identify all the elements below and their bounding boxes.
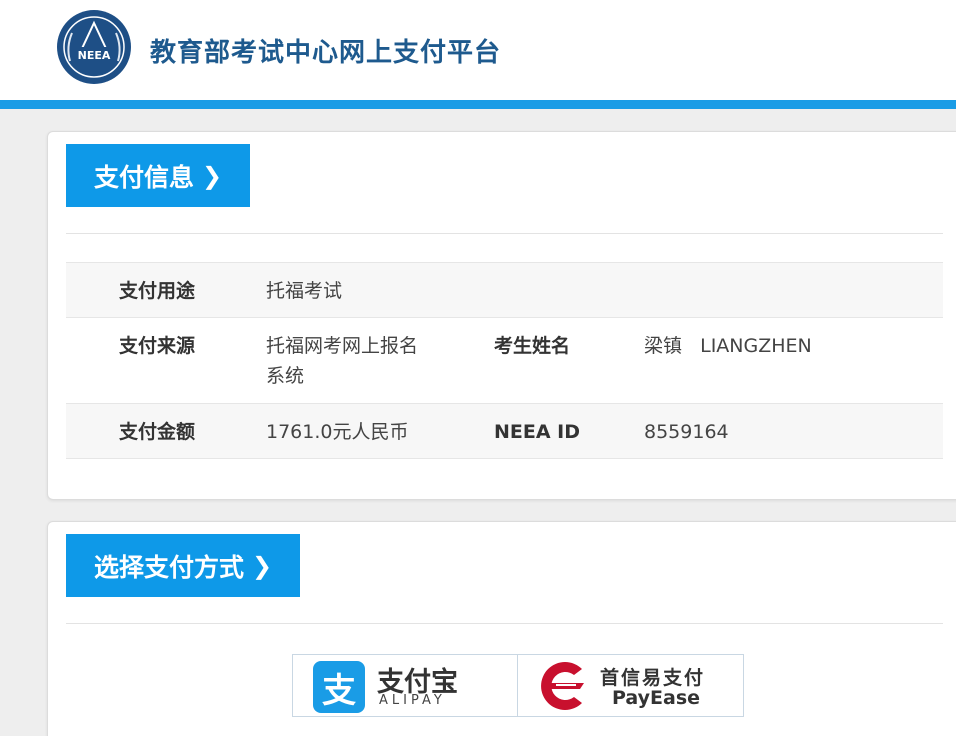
candidate-name-label: 考生姓名 [494,335,571,357]
purpose-value: 托福考试 [266,280,343,302]
alipay-button[interactable]: 支 支付宝 ALIPAY [293,655,518,716]
amount-label: 支付金额 [119,421,196,443]
section-title: 选择支付方式 [94,552,245,582]
payment-info-heading: 支付信息 ❯ [66,144,251,207]
neea-id-label: NEEA ID [494,421,581,443]
site-title: 教育部考试中心网上支付平台 [150,38,502,68]
payease-icon [541,662,584,710]
payment-method-heading: 选择支付方式 ❯ [66,534,301,597]
info-row-amount: 支付金额 1761.0元人民币 NEEA ID 8559164 [66,403,943,459]
neea-id-value: 8559164 [644,421,729,443]
header-accent-bar [0,100,956,109]
candidate-name-value: 梁镇 LIANGZHEN [644,335,812,357]
chevron-right-icon: ❯ [202,161,223,190]
info-row-source: 支付来源 托福网考网上报名系统 考生姓名 梁镇 LIANGZHEN [66,318,943,403]
neea-logo-icon: NEEA [57,10,131,84]
chevron-right-icon: ❯ [252,551,273,580]
logo-text: NEEA [78,49,111,62]
divider [66,623,943,624]
page-header: NEEA 教育部考试中心网上支付平台 [0,0,956,100]
divider [66,233,943,234]
info-row-purpose: 支付用途 托福考试 [66,262,943,318]
payment-method-card: 选择支付方式 ❯ 支 支付宝 ALIPAY 首信易支付 PayEase [47,521,956,736]
payease-label-cn: 首信易支付 [600,667,706,689]
alipay-icon: 支 [313,661,365,713]
source-value: 托福网考网上报名系统 [266,335,419,387]
amount-value: 1761.0元人民币 [266,421,409,443]
payment-options: 支 支付宝 ALIPAY 首信易支付 PayEase [292,654,744,717]
purpose-label: 支付用途 [119,280,196,302]
section-title: 支付信息 [94,162,195,192]
alipay-label-en: ALIPAY [379,693,446,708]
payment-info-card: 支付信息 ❯ 支付用途 托福考试 支付来源 托福网考网上报名系统 考生姓名 梁镇… [47,131,956,500]
payease-button[interactable]: 首信易支付 PayEase [518,655,743,716]
payease-label-en: PayEase [612,687,701,709]
source-label: 支付来源 [119,335,196,357]
